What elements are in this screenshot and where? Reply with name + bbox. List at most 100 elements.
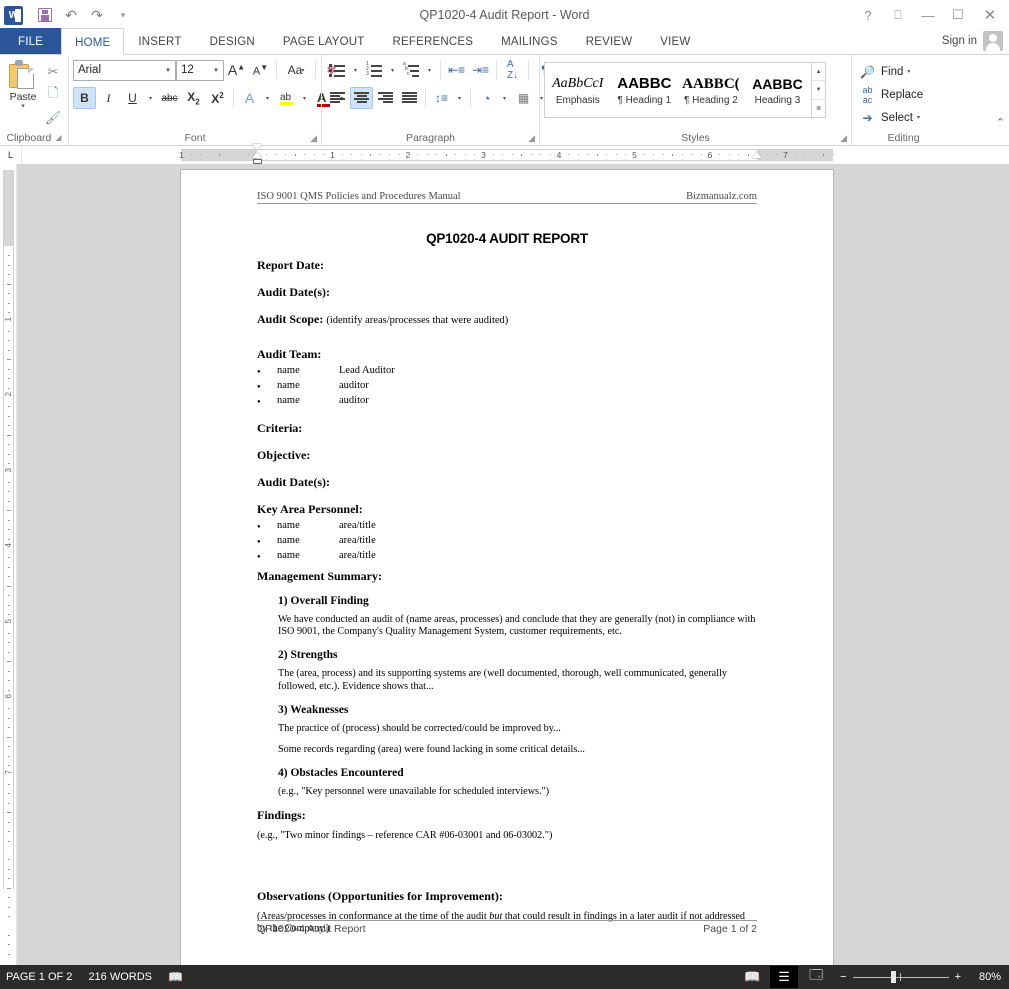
tab-design[interactable]: DESIGN <box>196 28 269 54</box>
tab-view[interactable]: VIEW <box>646 28 704 54</box>
align-center-button[interactable] <box>350 87 373 109</box>
tab-references[interactable]: REFERENCES <box>379 28 488 54</box>
style-heading-3[interactable]: AABBC Heading 3 <box>745 63 812 117</box>
tab-insert[interactable]: INSERT <box>124 28 195 54</box>
font-dialog-launcher-icon[interactable]: ◢ <box>310 133 317 144</box>
restore-button[interactable]: ☐ <box>943 3 973 27</box>
word-count[interactable]: 216 WORDS <box>88 971 152 983</box>
numbering-button[interactable]: 123 <box>363 59 386 81</box>
multilevel-list-button[interactable]: abc <box>400 59 423 81</box>
help-button[interactable]: ? <box>853 3 883 27</box>
highlight-button[interactable]: ab <box>275 87 298 109</box>
styles-more-button[interactable]: ≣ <box>812 100 825 117</box>
line-spacing-options-button[interactable]: ▾ <box>454 87 466 109</box>
font-name-combo[interactable]: Arial ▾ <box>73 59 176 81</box>
bold-button[interactable]: B <box>73 87 96 109</box>
chevron-down-icon[interactable]: ▾ <box>917 114 920 121</box>
redo-button[interactable]: ↷ <box>84 3 110 27</box>
underline-button[interactable]: U <box>121 87 144 109</box>
bullets-options-button[interactable]: ▾ <box>350 59 362 81</box>
ribbon-display-options-button[interactable]: ⎕ <box>883 3 913 27</box>
styles-dialog-launcher-icon[interactable]: ◢ <box>840 133 847 144</box>
save-button[interactable] <box>32 3 58 27</box>
shading-options-button[interactable]: ▾ <box>499 87 511 109</box>
style-heading-2[interactable]: AABBC( ¶ Heading 2 <box>678 63 745 117</box>
view-read-mode-button[interactable]: 📖 <box>738 966 766 988</box>
superscript-button[interactable]: X2 <box>206 87 229 109</box>
vruler-tick <box>7 906 10 908</box>
zoom-slider[interactable]: − + <box>840 971 961 983</box>
text-effects-options-button[interactable]: ▾ <box>262 87 274 109</box>
sign-in-link[interactable]: Sign in <box>942 35 977 47</box>
right-indent-marker[interactable] <box>752 152 762 160</box>
increase-indent-button[interactable]: ⇥≡ <box>469 59 492 81</box>
customize-qat-button[interactable]: ▾ <box>110 3 136 27</box>
minimize-button[interactable]: — <box>913 3 943 27</box>
zoom-level[interactable]: 80% <box>971 971 1001 983</box>
format-painter-button[interactable]: 🖌 <box>42 107 64 128</box>
chevron-down-icon: ▼ <box>815 86 822 93</box>
scroll-down-button[interactable]: ▼ <box>812 81 825 100</box>
tab-mailings[interactable]: MAILINGS <box>487 28 572 54</box>
copy-button[interactable]: 🗋 <box>42 84 64 105</box>
font-size-combo[interactable]: 12 ▾ <box>176 59 224 81</box>
shading-button[interactable]: ◔ <box>475 87 498 109</box>
style-emphasis[interactable]: AaBbCcI Emphasis <box>545 63 612 117</box>
document-page[interactable]: ISO 9001 QMS Policies and Procedures Man… <box>181 170 833 965</box>
ruler-tick <box>747 154 749 156</box>
subscript-button[interactable]: X2 <box>182 87 205 109</box>
align-left-button[interactable] <box>326 87 349 109</box>
shrink-font-button[interactable]: A▼ <box>249 59 272 81</box>
proofing-icon[interactable]: 📖 <box>168 970 183 984</box>
styles-gallery-scrollbar[interactable]: ▲ ▼ ≣ <box>811 63 825 117</box>
tab-file[interactable]: FILE <box>0 28 62 54</box>
chevron-down-icon[interactable]: ▾ <box>21 103 25 110</box>
style-heading-1[interactable]: AABBC ¶ Heading 1 <box>612 63 679 117</box>
decrease-indent-button[interactable]: ⇤≡ <box>445 59 468 81</box>
view-web-layout-button[interactable]: 🗔 <box>802 966 830 988</box>
zoom-thumb[interactable] <box>890 971 896 983</box>
grow-font-button[interactable]: A▲ <box>225 59 248 81</box>
zoom-in-button[interactable]: + <box>955 971 961 983</box>
strikethrough-button[interactable]: abc <box>158 87 181 109</box>
indent-marker[interactable] <box>252 144 262 166</box>
text-effects-button[interactable]: A <box>238 87 261 109</box>
zoom-track[interactable] <box>852 971 949 983</box>
underline-options-button[interactable]: ▾ <box>145 87 157 109</box>
paragraph-dialog-launcher-icon[interactable]: ◢ <box>528 133 535 144</box>
vertical-ruler[interactable]: 1 2 3 4 5 6 7 <box>0 164 17 965</box>
dialog-launcher-icon[interactable]: ◢ <box>55 133 61 142</box>
sort-button[interactable]: A Z↓ <box>501 59 524 81</box>
multilevel-list-options-button[interactable]: ▾ <box>424 59 436 81</box>
justify-button[interactable] <box>398 87 421 109</box>
bullets-button[interactable] <box>326 59 349 81</box>
paste-button[interactable]: Paste ▾ <box>4 58 42 110</box>
chevron-down-icon[interactable]: ▾ <box>907 68 910 75</box>
numbering-options-button[interactable]: ▾ <box>387 59 399 81</box>
find-button[interactable]: 🔎 Find ▾ <box>856 60 910 83</box>
avatar[interactable] <box>983 31 1003 51</box>
align-right-button[interactable] <box>374 87 397 109</box>
tab-home[interactable]: HOME <box>61 28 125 56</box>
page-indicator[interactable]: PAGE 1 OF 2 <box>6 971 72 983</box>
line-spacing-button[interactable]: ↕≡ <box>430 87 453 109</box>
cut-button[interactable]: ✂ <box>42 61 64 82</box>
replace-button[interactable]: ab ac Replace <box>856 83 923 106</box>
page-body[interactable]: ISO 9001 QMS Policies and Procedures Man… <box>181 170 833 935</box>
close-button[interactable]: ✕ <box>973 3 1007 27</box>
highlight-options-button[interactable]: ▾ <box>299 87 311 109</box>
scroll-up-button[interactable]: ▲ <box>812 63 825 82</box>
document-workspace[interactable]: ISO 9001 QMS Policies and Procedures Man… <box>17 164 1009 965</box>
collapse-ribbon-button[interactable]: ⌃ <box>996 116 1005 129</box>
tab-stop-selector[interactable]: L <box>0 146 22 164</box>
change-case-button[interactable]: Aa ▾ <box>281 59 311 81</box>
tab-page-layout[interactable]: PAGE LAYOUT <box>269 28 379 54</box>
zoom-out-button[interactable]: − <box>840 971 846 983</box>
italic-button[interactable]: I <box>97 87 120 109</box>
undo-button[interactable]: ↶ <box>58 3 84 27</box>
view-print-layout-button[interactable]: ☰ <box>770 966 799 988</box>
tab-review[interactable]: REVIEW <box>572 28 647 54</box>
borders-button[interactable]: ▦ <box>512 87 535 109</box>
select-button[interactable]: ➔ Select ▾ <box>856 106 920 129</box>
horizontal-ruler[interactable]: L 1 1 2 3 4 5 6 7 <box>0 144 1009 166</box>
